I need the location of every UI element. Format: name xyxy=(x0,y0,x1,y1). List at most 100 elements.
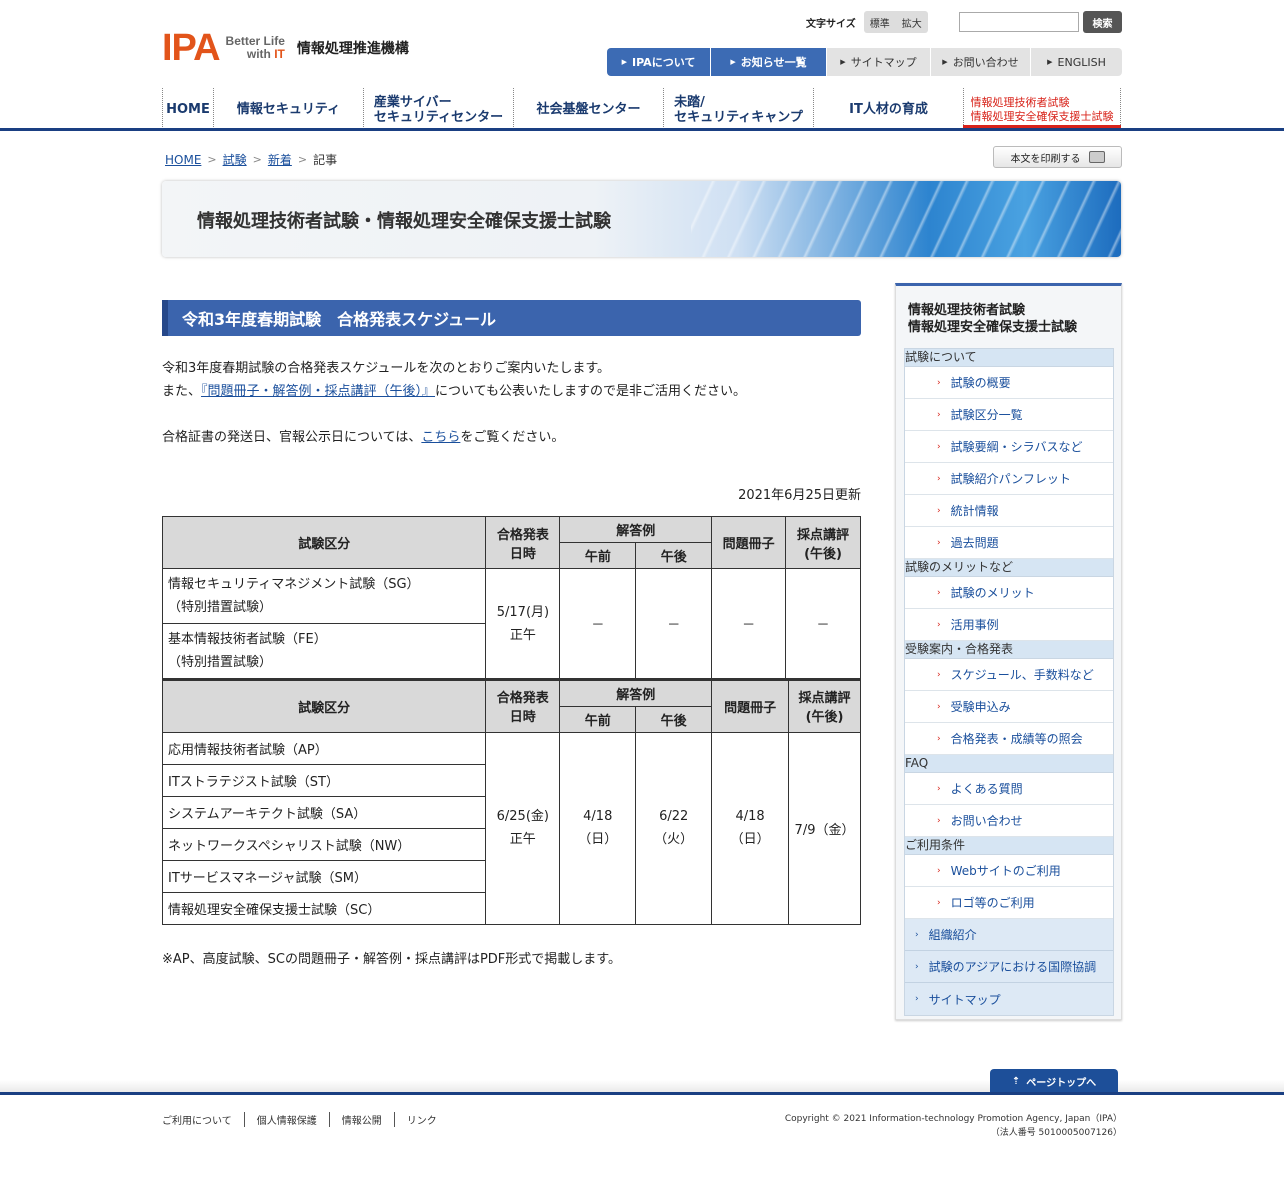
crumb-home[interactable]: HOME xyxy=(165,153,201,167)
gnav-camp[interactable]: 未踏/セキュリティキャンプ xyxy=(663,88,813,131)
page-top-label: ページトップへ xyxy=(1026,1077,1097,1089)
sidebar-item-label: 試験要綱・シラバスなど xyxy=(950,440,1083,454)
th-am: 午前 xyxy=(559,705,637,733)
th-review: 採点講評 (午後) xyxy=(785,516,861,569)
result-date-day: 5/17(月) xyxy=(496,604,550,620)
logo-mark: IPA xyxy=(162,27,221,69)
sidebar-item-label: 試験のメリット xyxy=(950,586,1035,600)
sidebar-item-label: 合格発表・成績等の照会 xyxy=(950,732,1083,746)
sidebar-item[interactable]: › よくある質問 xyxy=(905,773,1113,805)
intro-line2: また、『問題冊子・解答例・採点講評（午後）』についても公表いたしますので是非ご活… xyxy=(162,380,861,403)
crumb-exam[interactable]: 試験 xyxy=(223,151,247,168)
breadcrumb: HOME > 試験 > 新着 > 記事 xyxy=(165,151,337,168)
util-label: お知らせ一覧 xyxy=(740,56,807,69)
footer-link[interactable]: ご利用について xyxy=(162,1112,244,1127)
sidebar-title: 情報処理技術者試験 情報処理安全確保支援士試験 xyxy=(896,286,1121,349)
sidebar-item[interactable]: › Webサイトのご利用 xyxy=(905,855,1113,887)
sidebar-link-label: 組織紹介 xyxy=(928,928,977,942)
util-english[interactable]: ▶ ENGLISH xyxy=(1031,48,1122,76)
util-contact[interactable]: ▶ お問い合わせ xyxy=(931,48,1031,76)
sidebar-item[interactable]: › 試験のメリット xyxy=(905,577,1113,609)
corporate-number: （法人番号 5010005007126） xyxy=(990,1128,1122,1138)
util-sitemap[interactable]: ▶ サイトマップ xyxy=(827,48,931,76)
footer-link[interactable]: 個人情報保護 xyxy=(243,1112,329,1127)
ipa-logo[interactable]: IPA Better Life with IT 情報処理推進機構 xyxy=(162,27,409,69)
util-news-list[interactable]: ▶ お知らせ一覧 xyxy=(711,48,827,76)
sidebar-item[interactable]: › 試験紹介パンフレット xyxy=(905,463,1113,495)
updated-date: 2021年6月25日更新 xyxy=(738,488,861,503)
sidebar-item[interactable]: › 統計情報 xyxy=(905,495,1113,527)
footer-link[interactable]: リンク xyxy=(393,1112,449,1127)
result-date: 5/17(月) 正午 xyxy=(485,568,561,679)
banner-title: 情報処理技術者試験・情報処理安全確保支援士試験 xyxy=(197,211,611,232)
gnav-ics[interactable]: 産業サイバー セキュリティセンター xyxy=(363,88,513,131)
util-label: サイトマップ xyxy=(850,56,917,69)
sidebar-category: 試験のメリットなど xyxy=(905,559,1113,577)
materials-link[interactable]: 『問題冊子・解答例・採点講評（午後）』 xyxy=(201,384,435,399)
gnav-home[interactable]: HOME xyxy=(162,88,213,131)
arrow-icon: ▶ xyxy=(840,58,846,66)
printer-icon xyxy=(1088,151,1105,163)
copyright-text: Copyright © 2021 Information-technology … xyxy=(784,1114,1122,1124)
chevron-right-icon: › xyxy=(937,409,941,420)
th-result: 合格発表 日時 xyxy=(485,516,561,569)
chevron-right-icon: › xyxy=(937,619,941,630)
sidebar-item-label: 活用事例 xyxy=(950,618,999,632)
font-size-standard[interactable]: 標準 xyxy=(870,15,890,30)
search-input[interactable] xyxy=(959,12,1079,32)
sidebar-item[interactable]: › お問い合わせ xyxy=(905,805,1113,837)
chevron-right-icon: › xyxy=(937,377,941,388)
footnote: ※AP、高度試験、SCの問題冊子・解答例・採点講評はPDF形式で掲載します。 xyxy=(162,951,621,967)
sidebar-category: 試験について xyxy=(905,349,1113,367)
sidebar-item[interactable]: › 合格発表・成績等の照会 xyxy=(905,723,1113,755)
chevron-right-icon: › xyxy=(937,537,941,548)
gnav-hr[interactable]: IT人材の育成 xyxy=(813,88,963,131)
article-title: 令和3年度春期試験 合格発表スケジュール xyxy=(162,300,861,336)
table-row-exam: ITストラテジスト試験（ST） xyxy=(161,763,487,797)
gnav-infra[interactable]: 社会基盤センター xyxy=(513,88,663,131)
logo-tagline: Better Life with IT xyxy=(226,35,285,61)
sidebar-link[interactable]: › サイトマップ xyxy=(905,983,1113,1015)
chevron-right-icon: › xyxy=(937,897,941,908)
th-book: 問題冊子 xyxy=(711,679,790,733)
th-pm: 午後 xyxy=(635,705,713,733)
sidebar-item-label: お問い合わせ xyxy=(950,814,1023,828)
search-button[interactable]: 検索 xyxy=(1083,11,1122,33)
sidebar-item[interactable]: › 過去問題 xyxy=(905,527,1113,559)
sidebar-item[interactable]: › 受験申込み xyxy=(905,691,1113,723)
sidebar-item[interactable]: › 試験区分一覧 xyxy=(905,399,1113,431)
footer-links: ご利用について 個人情報保護 情報公開 リンク xyxy=(162,1112,449,1127)
sidebar-item[interactable]: › ロゴ等のご利用 xyxy=(905,887,1113,919)
sidebar-item[interactable]: › 試験要綱・シラバスなど xyxy=(905,431,1113,463)
font-size-large[interactable]: 拡大 xyxy=(902,15,922,30)
footer-link[interactable]: 情報公開 xyxy=(328,1112,394,1127)
page-top-button[interactable]: ⇡ ページトップへ xyxy=(990,1069,1118,1093)
font-size-options: 標準 拡大 xyxy=(863,11,928,33)
exam-name: 情報セキュリティマネジメント試験（SG） xyxy=(168,577,420,592)
gnav-ics-label: 産業サイバー セキュリティセンター xyxy=(374,95,503,125)
crumb-current: 記事 xyxy=(313,153,338,167)
gnav-security[interactable]: 情報セキュリティ xyxy=(213,88,363,131)
sidebar-item[interactable]: › 活用事例 xyxy=(905,609,1113,641)
chevron-right-icon: › xyxy=(937,505,941,516)
util-about-ipa[interactable]: ▶ IPAについて xyxy=(607,48,711,76)
sidebar-item-label: 試験紹介パンフレット xyxy=(950,472,1071,486)
copyright: Copyright © 2021 Information-technology … xyxy=(785,1112,1122,1140)
th-review-line2: (午後) xyxy=(805,710,844,726)
question-book-weekday: （日） xyxy=(730,832,770,847)
sidebar-item-label: ロゴ等のご利用 xyxy=(950,896,1035,910)
answer-am-weekday: （日） xyxy=(578,832,618,847)
crumb-news[interactable]: 新着 xyxy=(268,151,292,168)
gnav-camp-line1: 未踏/ xyxy=(674,94,705,110)
sidebar-item-label: よくある質問 xyxy=(950,782,1023,796)
sidebar-link[interactable]: › 試験のアジアにおける国際協調 xyxy=(905,951,1113,983)
review: 7/9（金） xyxy=(788,731,861,925)
sidebar-link[interactable]: › 組織紹介 xyxy=(905,919,1113,951)
banner-decoration xyxy=(691,181,1121,257)
sidebar-item-label: 過去問題 xyxy=(950,536,999,550)
sidebar-title-line2: 情報処理安全確保支援士試験 xyxy=(908,320,1078,335)
sidebar-item[interactable]: › 試験の概要 xyxy=(905,367,1113,399)
sidebar-item[interactable]: › スケジュール、手数料など xyxy=(905,659,1113,691)
print-button[interactable]: 本文を印刷する xyxy=(993,146,1122,168)
certificate-link[interactable]: こちら xyxy=(421,430,460,445)
